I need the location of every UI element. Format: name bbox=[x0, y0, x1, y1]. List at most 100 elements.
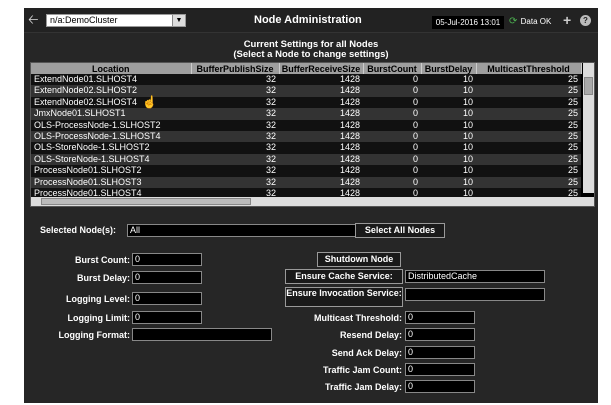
logging-limit-field[interactable]: 0 bbox=[132, 311, 202, 324]
table-cell: 10 bbox=[421, 131, 476, 143]
table-cell: 0 bbox=[363, 165, 421, 177]
table-row[interactable]: ExtendNode02.SLHOST4 32 1428 0 10 25 bbox=[31, 96, 581, 109]
table-cell: 10 bbox=[421, 119, 476, 132]
datetime-display: 05-Jul-2016 13:01 bbox=[432, 16, 504, 29]
table-cell: 25 bbox=[476, 85, 581, 97]
logging-format-label: Logging Format: bbox=[58, 330, 131, 340]
ensure-invocation-service-field[interactable] bbox=[405, 288, 545, 301]
table-cell: 25 bbox=[476, 153, 581, 166]
logging-format-field[interactable] bbox=[132, 328, 272, 341]
node-settings-table[interactable]: Location BufferPublishSize BufferReceive… bbox=[30, 62, 595, 207]
table-cell: 25 bbox=[476, 131, 581, 143]
cluster-select-value: n/a:DemoCluster bbox=[50, 15, 118, 25]
table-row[interactable]: ExtendNode01.SLHOST4 32 1428 0 10 25 bbox=[31, 74, 581, 86]
table-cell: 0 bbox=[363, 96, 421, 109]
table-cell: 32 bbox=[191, 142, 279, 154]
page-title: Node Administration bbox=[254, 14, 362, 26]
scroll-thumb[interactable] bbox=[41, 198, 251, 205]
table-row[interactable]: ExtendNode02.SLHOST2 32 1428 0 10 25 bbox=[31, 85, 581, 97]
select-all-nodes-button[interactable]: Select All Nodes bbox=[355, 223, 445, 238]
help-icon[interactable]: ? bbox=[580, 15, 591, 26]
table-cell: 25 bbox=[476, 96, 581, 109]
table-row[interactable]: OLS-ProcessNode-1.SLHOST2 32 1428 0 10 25 bbox=[31, 119, 581, 132]
column-header[interactable]: BurstCount bbox=[363, 63, 422, 74]
send-ack-delay-field[interactable]: 0 bbox=[405, 346, 475, 359]
chevron-down-icon[interactable]: ▼ bbox=[172, 15, 185, 26]
table-cell: 32 bbox=[191, 96, 279, 109]
table-cell: 10 bbox=[421, 74, 476, 86]
table-cell: 0 bbox=[363, 108, 421, 120]
table-cell: ProcessNode01.SLHOST3 bbox=[31, 176, 191, 189]
table-cell: 10 bbox=[421, 108, 476, 120]
vertical-scrollbar[interactable] bbox=[583, 63, 594, 193]
ensure-invocation-service-button[interactable]: Ensure Invocation Service: bbox=[285, 287, 403, 307]
table-cell: 10 bbox=[421, 176, 476, 189]
shutdown-node-button[interactable]: Shutdown Node bbox=[317, 252, 401, 267]
table-cell: 0 bbox=[363, 153, 421, 166]
node-administration-panel: 🡠 n/a:DemoCluster ▼ Node Administration … bbox=[24, 8, 598, 403]
table-cell: 1428 bbox=[279, 153, 363, 166]
table-cell: 0 bbox=[363, 119, 421, 132]
table-cell: OLS-StoreNode-1.SLHOST2 bbox=[31, 142, 191, 154]
table-cell: 32 bbox=[191, 153, 279, 166]
burst-count-label: Burst Count: bbox=[75, 255, 130, 265]
table-cell: 32 bbox=[191, 119, 279, 132]
table-cell: 32 bbox=[191, 74, 279, 86]
table-cell: 1428 bbox=[279, 119, 363, 132]
table-cell: 0 bbox=[363, 142, 421, 154]
plus-icon[interactable]: + bbox=[563, 13, 571, 27]
table-cell: 0 bbox=[363, 131, 421, 143]
table-row[interactable]: OLS-StoreNode-1.SLHOST2 32 1428 0 10 25 bbox=[31, 142, 581, 154]
table-cell: OLS-ProcessNode-1.SLHOST2 bbox=[31, 119, 191, 132]
logging-level-field[interactable]: 0 bbox=[132, 292, 202, 305]
table-cell: 1428 bbox=[279, 96, 363, 109]
table-cell: 1428 bbox=[279, 131, 363, 143]
resend-delay-field[interactable]: 0 bbox=[405, 328, 475, 341]
table-row[interactable]: OLS-StoreNode-1.SLHOST4 32 1428 0 10 25 bbox=[31, 153, 581, 166]
column-header[interactable]: BufferPublishSize bbox=[191, 63, 280, 74]
table-cell: 1428 bbox=[279, 142, 363, 154]
table-cell: 1428 bbox=[279, 74, 363, 86]
table-title: Current Settings for all Nodes (Select a… bbox=[24, 40, 598, 60]
table-cell: 10 bbox=[421, 142, 476, 154]
table-cell: 0 bbox=[363, 176, 421, 189]
table-cell: ProcessNode01.SLHOST2 bbox=[31, 165, 191, 177]
horizontal-scrollbar[interactable] bbox=[31, 197, 594, 206]
table-cell: 32 bbox=[191, 85, 279, 97]
table-cell: 0 bbox=[363, 74, 421, 86]
table-row[interactable]: JmxNode01.SLHOST1 32 1428 0 10 25 bbox=[31, 108, 581, 120]
table-cell: 0 bbox=[363, 85, 421, 97]
table-cell: 10 bbox=[421, 96, 476, 109]
table-cell: OLS-ProcessNode-1.SLHOST4 bbox=[31, 131, 191, 143]
table-cell: 32 bbox=[191, 165, 279, 177]
multicast-threshold-field[interactable]: 0 bbox=[405, 311, 475, 324]
traffic-jam-count-field[interactable]: 0 bbox=[405, 363, 475, 376]
selected-nodes-field[interactable]: All bbox=[127, 224, 361, 237]
table-cell: 25 bbox=[476, 119, 581, 132]
table-cell: JmxNode01.SLHOST1 bbox=[31, 108, 191, 120]
table-cell: 1428 bbox=[279, 85, 363, 97]
column-header[interactable]: BufferReceiveSize bbox=[279, 63, 364, 74]
burst-delay-field[interactable]: 0 bbox=[132, 271, 202, 284]
burst-count-field[interactable]: 0 bbox=[132, 253, 202, 266]
table-row[interactable]: ProcessNode01.SLHOST3 32 1428 0 10 25 bbox=[31, 176, 581, 189]
column-header[interactable]: MulticastThreshold bbox=[476, 63, 582, 74]
column-header[interactable]: BurstDelay bbox=[421, 63, 477, 74]
ensure-cache-service-field[interactable]: DistributedCache bbox=[405, 270, 545, 283]
cluster-select[interactable]: n/a:DemoCluster ▼ bbox=[46, 14, 186, 27]
scroll-thumb[interactable] bbox=[584, 77, 593, 95]
status-text: Data OK bbox=[520, 17, 552, 26]
table-cell: 25 bbox=[476, 176, 581, 189]
table-cell: 1428 bbox=[279, 176, 363, 189]
traffic-jam-delay-label: Traffic Jam Delay: bbox=[324, 382, 402, 392]
table-cell: 1428 bbox=[279, 165, 363, 177]
table-row[interactable]: ProcessNode01.SLHOST2 32 1428 0 10 25 bbox=[31, 165, 581, 177]
back-arrow-icon[interactable]: 🡠 bbox=[28, 13, 42, 27]
column-header[interactable]: Location bbox=[31, 63, 192, 74]
table-header-row: Location BufferPublishSize BufferReceive… bbox=[31, 63, 582, 74]
traffic-jam-delay-field[interactable]: 0 bbox=[405, 380, 475, 393]
table-row[interactable]: OLS-ProcessNode-1.SLHOST4 32 1428 0 10 25 bbox=[31, 131, 581, 143]
ensure-cache-service-button[interactable]: Ensure Cache Service: bbox=[285, 269, 403, 284]
logging-limit-label: Logging Limit: bbox=[67, 313, 130, 323]
refresh-check-icon: ⟳ bbox=[509, 16, 518, 27]
